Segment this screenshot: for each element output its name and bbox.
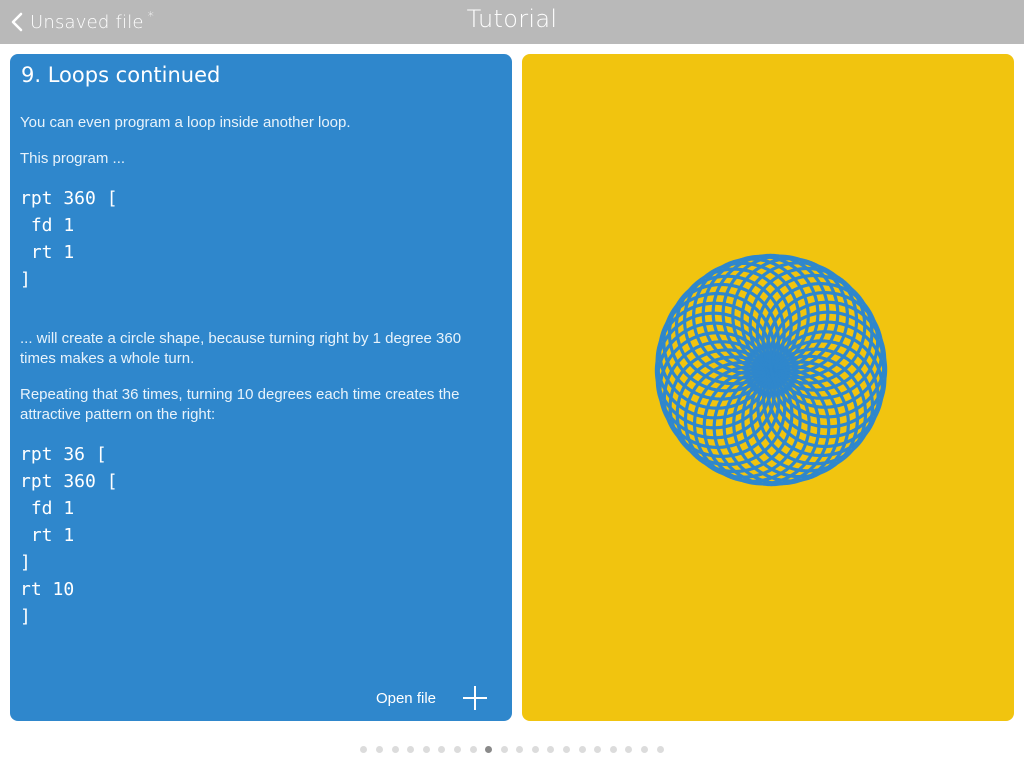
plus-icon[interactable]: [462, 685, 488, 711]
lesson-explain-text-2: Repeating that 36 times, turning 10 degr…: [20, 386, 460, 423]
page-dot[interactable]: [375, 745, 383, 753]
page-dot[interactable]: [531, 745, 539, 753]
page-dot[interactable]: [625, 745, 633, 753]
page-dot[interactable]: [438, 745, 446, 753]
page-dot[interactable]: [594, 745, 602, 753]
page-dot[interactable]: [563, 745, 571, 753]
top-bar: Unsaved file * Tutorial: [0, 0, 1024, 44]
code-line: rt 1: [20, 525, 75, 546]
code-block-1: rpt 360 [ fd 1 rt 1]: [20, 185, 118, 293]
page-dot[interactable]: [422, 745, 430, 753]
page-indicator: [0, 743, 1024, 755]
code-line: fd 1: [20, 498, 75, 519]
page-dot[interactable]: [641, 745, 649, 753]
page-title: Tutorial: [466, 5, 558, 33]
page-dot[interactable]: [391, 745, 399, 753]
page-dot[interactable]: [485, 745, 493, 753]
code-line: rpt 36 [: [20, 444, 107, 465]
page-dot[interactable]: [453, 745, 461, 753]
code-line: ]: [20, 269, 31, 290]
page-dot[interactable]: [469, 745, 477, 753]
page-dot[interactable]: [578, 745, 586, 753]
lesson-panel: 9. Loops continued You can even program …: [10, 54, 512, 721]
page-dot[interactable]: [516, 745, 524, 753]
drawing-canvas-panel[interactable]: [522, 54, 1014, 721]
lesson-intro-text: You can even program a loop inside anoth…: [20, 114, 351, 131]
lesson-title: 9. Loops continued: [21, 63, 221, 87]
page-dot[interactable]: [547, 745, 555, 753]
lesson-intro-text-2: This program ...: [20, 150, 126, 167]
code-line: rt 1: [20, 242, 75, 263]
code-line: ]: [20, 552, 31, 573]
page-dot[interactable]: [407, 745, 415, 753]
lesson-explain-text: ... will create a circle shape, because …: [20, 330, 462, 367]
code-line: rpt 360 [: [20, 471, 118, 492]
code-line: ]: [20, 606, 31, 627]
code-line: rpt 360 [: [20, 188, 118, 209]
code-line: fd 1: [20, 215, 75, 236]
open-file-button[interactable]: Open file: [376, 690, 436, 707]
turtle-drawing-canvas: [654, 253, 888, 487]
page-dot[interactable]: [360, 745, 368, 753]
page-dot[interactable]: [609, 745, 617, 753]
code-line: rt 10: [20, 579, 75, 600]
page-dot[interactable]: [656, 745, 664, 753]
page-dot[interactable]: [500, 745, 508, 753]
lesson-actions: Open file: [376, 685, 488, 711]
code-block-2: rpt 36 [ rpt 360 [ fd 1 rt 1] rt 10]: [20, 441, 118, 630]
